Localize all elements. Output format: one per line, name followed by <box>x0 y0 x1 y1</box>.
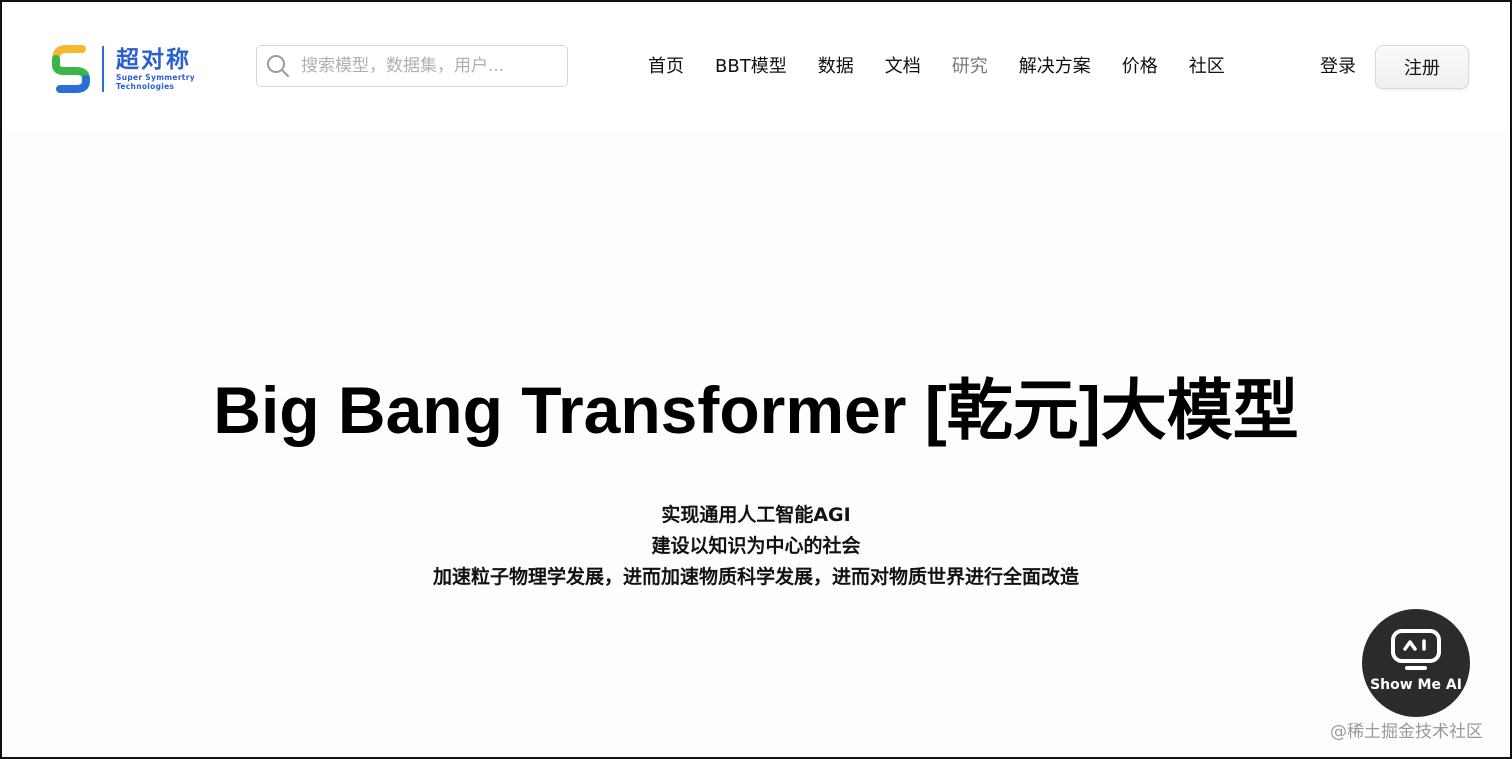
search-input[interactable] <box>301 56 551 76</box>
nav-item-home[interactable]: 首页 <box>648 54 684 80</box>
watermark: @稀土掘金技术社区 <box>1330 722 1483 742</box>
brand-logo[interactable]: 超对称 Super Symmertry Technologies <box>52 40 195 98</box>
nav-item-community[interactable]: 社区 <box>1189 54 1225 80</box>
show-me-ai-button[interactable]: Show Me AI <box>1362 609 1470 717</box>
logo-s-icon <box>52 45 90 93</box>
nav-item-bbt-model[interactable]: BBT模型 <box>715 54 787 80</box>
robot-face-icon <box>1391 629 1441 670</box>
hero-line-1: 实现通用人工智能AGI <box>661 504 851 526</box>
nav-item-research[interactable]: 研究 <box>952 54 988 80</box>
login-link[interactable]: 登录 <box>1320 54 1356 80</box>
search-icon <box>267 55 289 77</box>
logo-name-en-line1: Super Symmertry <box>116 73 195 82</box>
hero-line-3: 加速粒子物理学发展，进而加速物质科学发展，进而对物质世界进行全面改造 <box>432 566 1079 588</box>
logo-divider <box>102 46 104 92</box>
nav-item-solutions[interactable]: 解决方案 <box>1019 54 1091 80</box>
logo-text: 超对称 Super Symmertry Technologies <box>116 47 195 91</box>
hero-tagline: 实现通用人工智能AGI 建设以知识为中心的社会 加速粒子物理学发展，进而加速物质… <box>2 500 1510 593</box>
nav-item-data[interactable]: 数据 <box>818 54 854 80</box>
logo-name-en-line2: Technologies <box>116 82 175 91</box>
nav-item-pricing[interactable]: 价格 <box>1122 54 1158 80</box>
signup-button[interactable]: 注册 <box>1375 45 1469 89</box>
main-nav: 首页 BBT模型 数据 文档 研究 解决方案 价格 社区 <box>648 54 1256 80</box>
show-me-ai-label: Show Me AI <box>1370 677 1462 693</box>
nav-item-docs[interactable]: 文档 <box>885 54 921 80</box>
top-header: 超对称 Super Symmertry Technologies 首页 BBT模… <box>2 2 1510 132</box>
hero-line-2: 建设以知识为中心的社会 <box>651 535 861 557</box>
search-box[interactable] <box>256 45 568 87</box>
logo-name-cn: 超对称 <box>116 47 191 73</box>
page-frame: 超对称 Super Symmertry Technologies 首页 BBT模… <box>0 0 1512 759</box>
hero-title: Big Bang Transformer [乾元]大模型 <box>213 373 1299 447</box>
